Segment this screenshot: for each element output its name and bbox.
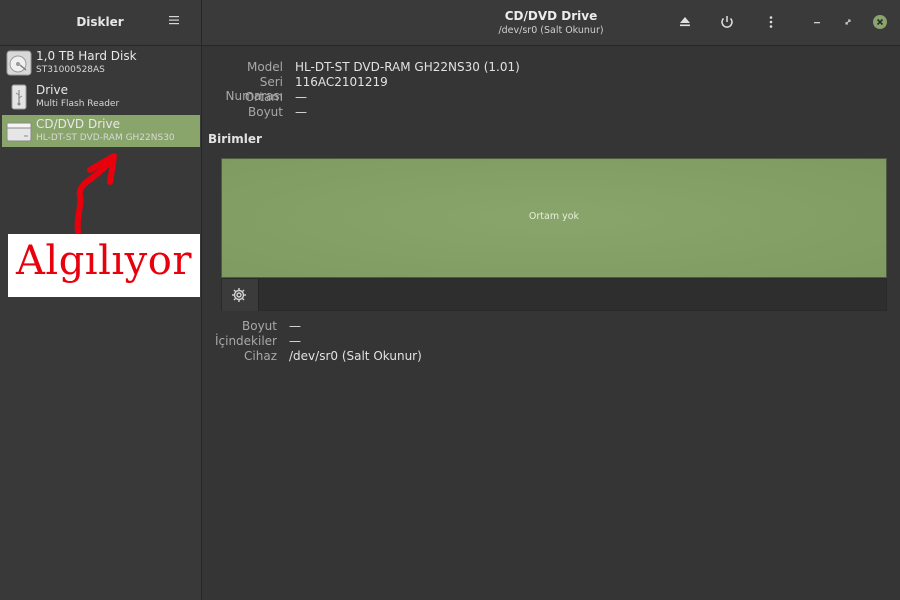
volume-toolbar <box>221 278 887 311</box>
disk-item-drive[interactable]: Drive Multi Flash Reader <box>2 81 200 113</box>
optical-drive-icon <box>6 118 32 144</box>
disk-name: CD/DVD Drive <box>36 117 120 131</box>
annotation-text: Algılıyor <box>16 238 192 284</box>
volume-device-label: Cihaz <box>244 349 277 363</box>
disk-item-hard-disk[interactable]: 1,0 TB Hard Disk ST31000528AS <box>2 47 200 79</box>
volume-size-label: Boyut <box>242 319 277 333</box>
page-title: CD/DVD Drive <box>504 9 598 23</box>
size-value: — <box>295 105 307 119</box>
volume-contents-label: İçindekiler <box>214 334 277 348</box>
serial-value: 116AC2101219 <box>295 75 388 89</box>
volume-settings-button[interactable] <box>222 279 259 311</box>
power-icon[interactable] <box>717 12 737 32</box>
page-subtitle: /dev/sr0 (Salt Okunur) <box>498 25 604 36</box>
volumes-title: Birimler <box>208 132 262 146</box>
disk-name: 1,0 TB Hard Disk <box>36 49 137 63</box>
disk-subtitle: HL-DT-ST DVD-RAM GH22NS30 <box>36 133 175 143</box>
annotation-box: Algılıyor <box>8 234 200 297</box>
more-vertical-icon[interactable] <box>761 12 781 32</box>
maximize-icon[interactable] <box>838 12 858 32</box>
usb-icon <box>6 84 32 110</box>
model-value: HL-DT-ST DVD-RAM GH22NS30 (1.01) <box>295 60 520 74</box>
volume-size-value: — <box>289 319 301 333</box>
main-header: CD/DVD Drive /dev/sr0 (Salt Okunur) <box>202 0 900 46</box>
annotation-arrow-icon <box>74 153 117 235</box>
eject-icon[interactable] <box>675 12 695 32</box>
volume-map[interactable]: Ortam yok <box>221 158 887 278</box>
media-label: Ortam <box>244 90 283 104</box>
no-media-text: Ortam yok <box>528 211 580 222</box>
disk-subtitle: Multi Flash Reader <box>36 99 120 109</box>
volume-contents-value: — <box>289 334 301 348</box>
size-label: Boyut <box>248 105 283 119</box>
volume-device-value: /dev/sr0 (Salt Okunur) <box>289 349 422 363</box>
disk-subtitle: ST31000528AS <box>36 65 105 75</box>
gear-icon <box>232 288 246 302</box>
minimize-icon[interactable] <box>807 12 827 32</box>
close-icon[interactable] <box>870 12 890 32</box>
disk-item-cd-dvd[interactable]: CD/DVD Drive HL-DT-ST DVD-RAM GH22NS30 <box>2 115 200 147</box>
model-label: Model <box>246 60 283 74</box>
sidebar-header: Diskler <box>0 0 201 46</box>
sidebar: Diskler 1,0 TB Hard Disk ST31000528AS Dr… <box>0 0 202 600</box>
hamburger-icon[interactable] <box>168 14 180 26</box>
hard-disk-icon <box>6 50 32 76</box>
media-value: — <box>295 90 307 104</box>
disk-name: Drive <box>36 83 68 97</box>
